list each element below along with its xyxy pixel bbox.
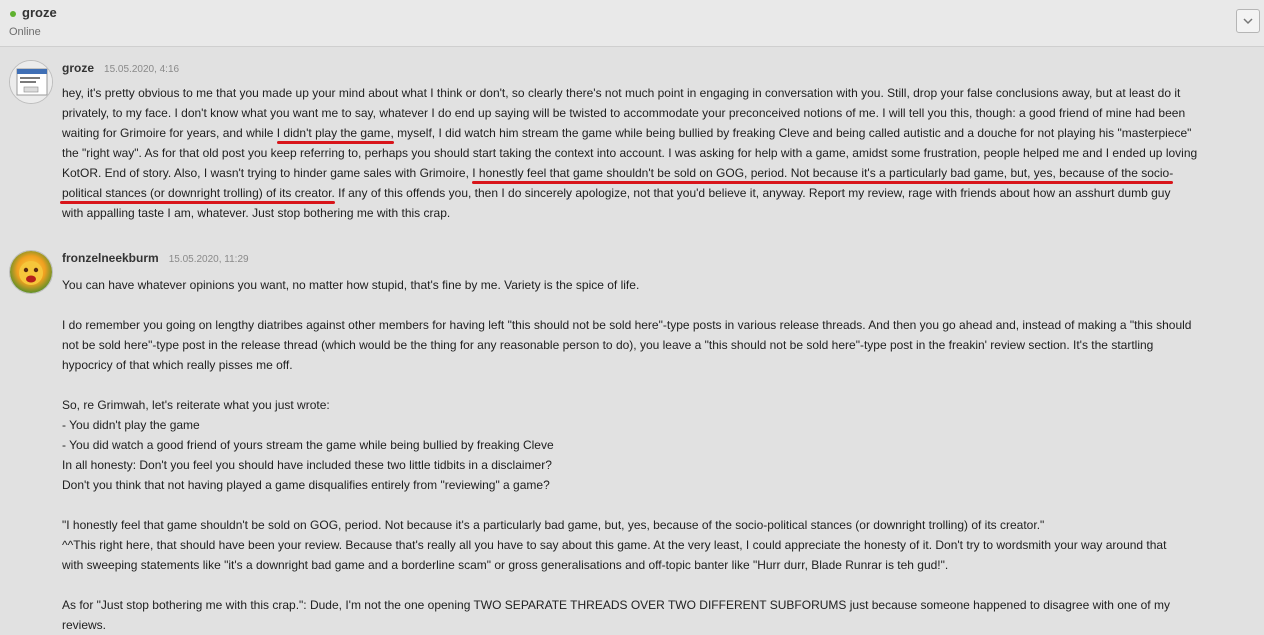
header-username[interactable]: groze: [22, 5, 57, 20]
avatar-image: [10, 251, 52, 293]
red-underline: [276, 141, 394, 144]
message-line: reviews.: [62, 618, 107, 632]
text-segment: waiting for Grimoire for years, and whil…: [62, 126, 277, 140]
message-line: In all honesty: Don't you feel you shoul…: [62, 458, 552, 472]
message-line: waiting for Grimoire for years, and whil…: [62, 123, 1252, 144]
message-line: "I honestly feel that game shouldn't be …: [62, 518, 1045, 532]
message-line: with sweeping statements like "it's a do…: [62, 558, 949, 572]
message-line: ^^This right here, that should have been…: [62, 538, 1167, 552]
highlighted-phrase: I didn't play the game,: [276, 126, 394, 140]
red-underline: [60, 201, 335, 204]
text-segment: If any of this offends you, then I do si…: [334, 186, 1171, 200]
message-line: I do remember you going on lengthy diatr…: [62, 318, 1192, 332]
chat-header: groze Online: [0, 0, 1264, 47]
timestamp: 15.05.2020, 4:16: [104, 64, 180, 75]
message-line: not be sold here"-type post in the relea…: [62, 338, 1154, 352]
message-line: privately, to my face. I don't know what…: [62, 106, 1186, 120]
message-line: - You didn't play the game: [62, 418, 200, 432]
text-segment: KotOR. End of story. Also, I wasn't tryi…: [62, 166, 473, 180]
message-line: KotOR. End of story. Also, I wasn't tryi…: [62, 163, 1252, 184]
message-line: hey, it's pretty obvious to me that you …: [62, 86, 1181, 100]
message-line: hypocricy of that which really pisses me…: [62, 358, 293, 372]
message-line: So, re Grimwah, let's reiterate what you…: [62, 398, 330, 412]
highlighted-text: I didn't play the game,: [276, 126, 394, 144]
header-status: Online: [9, 26, 41, 38]
highlighted-text: political stances (or downright trolling…: [60, 186, 335, 204]
red-underline: [472, 181, 1174, 184]
message-body: hey, it's pretty obvious to me that you …: [60, 83, 1252, 223]
highlighted-phrase: I honestly feel that game shouldn't be s…: [472, 166, 1174, 180]
message-line: political stances (or downright trolling…: [60, 183, 1252, 204]
collapse-button[interactable]: [1236, 9, 1260, 33]
online-dot-icon: [10, 11, 16, 17]
message-line: - You did watch a good friend of yours s…: [62, 438, 554, 452]
message-line: Don't you think that not having played a…: [62, 478, 550, 492]
message-body: You can have whatever opinions you want,…: [62, 275, 1252, 635]
message-line: the "right way". As for that old post yo…: [62, 146, 1198, 160]
avatar[interactable]: [9, 60, 53, 104]
chevron-down-icon: [1243, 17, 1253, 24]
timestamp: 15.05.2020, 11:29: [168, 254, 249, 265]
author-name[interactable]: groze: [62, 61, 94, 75]
message-line: with appalling taste I am, whatever. Jus…: [62, 206, 451, 220]
message-line: As for "Just stop bothering me with this…: [62, 598, 1170, 612]
highlighted-text: I honestly feel that game shouldn't be s…: [472, 166, 1174, 184]
avatar-image: [10, 61, 52, 103]
text-segment: myself, I did watch him stream the game …: [393, 126, 1192, 140]
message-line: You can have whatever opinions you want,…: [62, 278, 640, 292]
highlighted-phrase: political stances (or downright trolling…: [62, 186, 335, 200]
avatar[interactable]: [9, 250, 53, 294]
author-name[interactable]: fronzelneekburm: [62, 251, 159, 265]
